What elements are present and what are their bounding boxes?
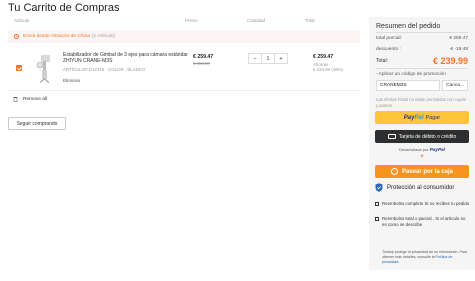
warehouse-item-count: (1 Artículo): [91, 34, 116, 39]
paypal-checkout-button[interactable]: Pay Pal Pagar: [375, 111, 469, 124]
paypal-logo-pal: Pal: [414, 114, 424, 121]
checkbox-icon: [375, 217, 379, 221]
refund-full-text: Reembolso completo Si no recibes tu pedi…: [382, 201, 470, 206]
consumer-protection-heading: Protección al consumidor: [375, 183, 454, 192]
warehouse-radio[interactable]: [14, 34, 19, 39]
promo-cancel-button[interactable]: Canca...: [442, 80, 468, 91]
promo-toggle[interactable]: - Aplicar un código de promoción: [376, 72, 446, 77]
summary-divider: [376, 68, 468, 69]
quantity-decrease-button[interactable]: −: [249, 56, 261, 62]
quantity-input[interactable]: 1: [261, 54, 275, 63]
subtotal-value: € 259.47: [449, 36, 468, 41]
checkmark-circle-icon: [390, 168, 398, 175]
promo-code-input[interactable]: CRANEM3S: [376, 80, 440, 91]
shipping-warehouse-row[interactable]: Envía desde Almacén de China (1 Artículo…: [8, 30, 360, 43]
shield-icon: [375, 183, 383, 192]
paypal-pay-label: Pagar: [425, 114, 441, 121]
discount-label: descuento :: [376, 47, 401, 52]
flash-sale-note: Las ofertas Flash no están permitidas co…: [376, 97, 467, 108]
privacy-notice: Tomtop protege la privacidad de su infor…: [382, 250, 470, 265]
plus-sign: +: [420, 154, 424, 160]
savings-value: € 224.60 (46%): [313, 67, 344, 72]
column-header-total: Total: [305, 18, 315, 23]
quantity-stepper: − 1 +: [248, 53, 288, 64]
remove-all-label: Remove all: [23, 96, 47, 102]
delete-item-link[interactable]: Eliminar: [63, 79, 80, 84]
page-title: Tu Carrito de Compras: [8, 2, 120, 14]
line-total: € 259.47: [313, 54, 334, 60]
product-meta: ARTÍCULO#:D12315 · COLOR : BLANCO: [63, 67, 146, 72]
privacy-notice-text: Tomtop protege la privacidad de su infor…: [382, 250, 468, 259]
refund-bullet: Reembolso completo Si no recibes tu pedi…: [375, 201, 471, 207]
refund-partial-text: Reembolso total o parcial , Si el artícu…: [382, 216, 466, 227]
refund-bullet: Reembolso total o parcial , Si el artícu…: [375, 216, 471, 228]
credit-card-icon: [387, 134, 396, 139]
total-label: Total:: [376, 58, 388, 64]
subtotal-row: total parcial: € 259.47: [376, 36, 468, 41]
unit-price: € 259.47: [193, 54, 214, 60]
remove-all-button[interactable]: Remove all: [13, 96, 47, 102]
cart-item-row: Estabilizador de Gimbal de 3 ejes para c…: [8, 43, 360, 91]
subtotal-label: total parcial:: [376, 36, 402, 41]
product-title[interactable]: Estabilizador de Gimbal de 3 ejes para c…: [63, 52, 193, 64]
original-price: € 484.07: [193, 61, 211, 66]
item-checkbox[interactable]: [16, 65, 22, 71]
card-checkout-button[interactable]: Tarjeta de débito o crédito: [375, 130, 469, 143]
discount-row: descuento : € -19.48: [376, 47, 468, 52]
discount-value: € -19.48: [450, 47, 468, 52]
summary-title: Resumen del pedido: [376, 23, 441, 30]
column-header-quantity: Cantidad: [247, 18, 266, 23]
product-thumbnail[interactable]: [32, 53, 56, 83]
warehouse-label[interactable]: Envía desde Almacén de China: [23, 34, 90, 39]
card-checkout-label: Tarjeta de débito o crédito: [398, 133, 457, 140]
order-summary-panel: Resumen del pedido total parcial: € 259.…: [369, 17, 475, 270]
summary-divider: [376, 32, 468, 33]
column-header-price: Precio: [185, 18, 198, 23]
column-header-article: Artículo: [14, 18, 30, 23]
checkout-button[interactable]: Pasear por la caja: [375, 165, 469, 178]
powered-by-label: Desarrollado por: [399, 147, 429, 152]
quantity-increase-button[interactable]: +: [275, 56, 287, 62]
powered-by-paypal: Desarrollado por PayPal: [375, 147, 469, 152]
checkout-label: Pasear por la caja: [401, 168, 454, 175]
consumer-protection-title: Protección al consumidor: [387, 184, 455, 191]
checkbox-icon: [375, 202, 379, 206]
total-value: € 239.99: [432, 56, 468, 66]
continue-shopping-button[interactable]: Seguir comprando: [8, 117, 66, 130]
paypal-logo-pay: Pay: [403, 114, 415, 121]
powered-by-brand: PayPal: [429, 147, 445, 152]
trash-icon: [13, 97, 18, 102]
